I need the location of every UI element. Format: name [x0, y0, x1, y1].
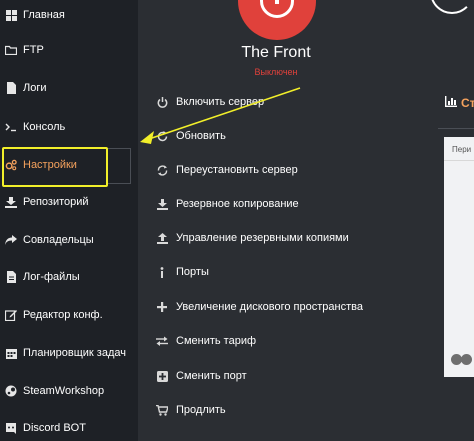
download-icon [5, 196, 17, 208]
sidebar-item-discord-bot[interactable]: Discord BOT [0, 413, 138, 441]
action-start-server[interactable]: Включить сервер [156, 92, 264, 112]
sidebar-item-label: Discord BOT [23, 422, 86, 434]
stats-header: Ст [445, 96, 474, 110]
cart-icon [156, 404, 168, 416]
file-text-icon [5, 271, 17, 283]
sidebar-item-label: Логи [23, 82, 47, 94]
stats-panel [444, 137, 474, 377]
action-label: Сменить тариф [176, 335, 257, 347]
action-label: Продлить [176, 404, 226, 416]
action-change-port[interactable]: Сменить порт [156, 366, 247, 386]
sidebar-item-label: Главная [23, 9, 65, 21]
plus-icon [156, 301, 168, 313]
action-label: Резервное копирование [176, 198, 299, 210]
file-icon [5, 82, 17, 94]
action-update[interactable]: Обновить [156, 126, 226, 146]
action-label: Включить сервер [176, 96, 265, 108]
period-label: Пери [452, 145, 472, 154]
main-panel: The Front Выключен Включить сервер Обнов… [138, 0, 438, 441]
sidebar-item-config-editor[interactable]: Редактор конф. [0, 300, 138, 330]
panel-divider [444, 160, 474, 161]
action-change-plan[interactable]: Сменить тариф [156, 331, 256, 351]
divider [438, 128, 474, 129]
server-name: The Front [241, 44, 311, 61]
action-label: Управление резервными копиями [176, 232, 349, 244]
dashboard-icon [5, 9, 17, 21]
sidebar-item-label: Совладельцы [23, 234, 94, 246]
action-label: Порты [176, 266, 209, 278]
sidebar-item-ftp[interactable]: FTP [0, 35, 138, 65]
calendar-icon [5, 347, 17, 359]
steam-icon [5, 385, 17, 397]
annotation-highlight-box [2, 147, 108, 187]
active-item-outline [107, 148, 131, 184]
action-manage-backups[interactable]: Управление резервными копиями [156, 228, 349, 248]
slider-handle[interactable] [461, 354, 472, 365]
sidebar-item-label: Планировщик задач [23, 347, 126, 359]
plus-square-icon [156, 370, 168, 382]
discord-icon [5, 422, 17, 434]
action-label: Обновить [176, 130, 226, 142]
sidebar-item-label: Консоль [23, 121, 66, 133]
backup-download-icon [156, 198, 168, 210]
edit-icon [5, 309, 17, 321]
action-increase-disk[interactable]: Увеличение дискового пространства [156, 297, 363, 317]
power-logo-bar [275, 0, 279, 4]
sidebar-item-repository[interactable]: Репозиторий [0, 187, 138, 217]
action-reinstall[interactable]: Переустановить сервер [156, 160, 298, 180]
sidebar-item-label: SteamWorkshop [23, 385, 105, 397]
action-label: Переустановить сервер [176, 164, 298, 176]
sidebar: Главная FTP Логи Консоль Настройки Репоз… [0, 0, 138, 441]
sidebar-item-label: Репозиторий [23, 196, 89, 208]
bar-chart-icon [445, 96, 457, 110]
sidebar-item-logfiles[interactable]: Лог-файлы [0, 262, 138, 292]
sidebar-item-home[interactable]: Главная [0, 0, 138, 30]
refresh-icon [156, 130, 168, 142]
sidebar-item-console[interactable]: Консоль [0, 112, 138, 142]
terminal-icon [5, 121, 17, 133]
info-icon [156, 266, 168, 278]
sidebar-item-label: Редактор конф. [23, 309, 103, 321]
folder-icon [5, 44, 17, 56]
sidebar-item-label: FTP [23, 44, 44, 56]
action-label: Сменить порт [176, 370, 247, 382]
action-label: Увеличение дискового пространства [176, 301, 363, 313]
sidebar-item-logs[interactable]: Логи [0, 73, 138, 103]
sidebar-item-coowners[interactable]: Совладельцы [0, 225, 138, 255]
action-ports[interactable]: Порты [156, 262, 209, 282]
sidebar-item-scheduler[interactable]: Планировщик задач [0, 338, 138, 368]
share-icon [5, 234, 17, 246]
exchange-icon [156, 335, 168, 347]
reinstall-icon [156, 164, 168, 176]
action-extend[interactable]: Продлить [156, 400, 226, 420]
sidebar-item-label: Лог-файлы [23, 271, 80, 283]
backup-upload-icon [156, 232, 168, 244]
sidebar-item-steamworkshop[interactable]: SteamWorkshop [0, 376, 138, 406]
action-backup[interactable]: Резервное копирование [156, 194, 299, 214]
stats-title: Ст [461, 96, 474, 110]
power-icon [156, 96, 168, 108]
server-status: Выключен [254, 67, 298, 77]
